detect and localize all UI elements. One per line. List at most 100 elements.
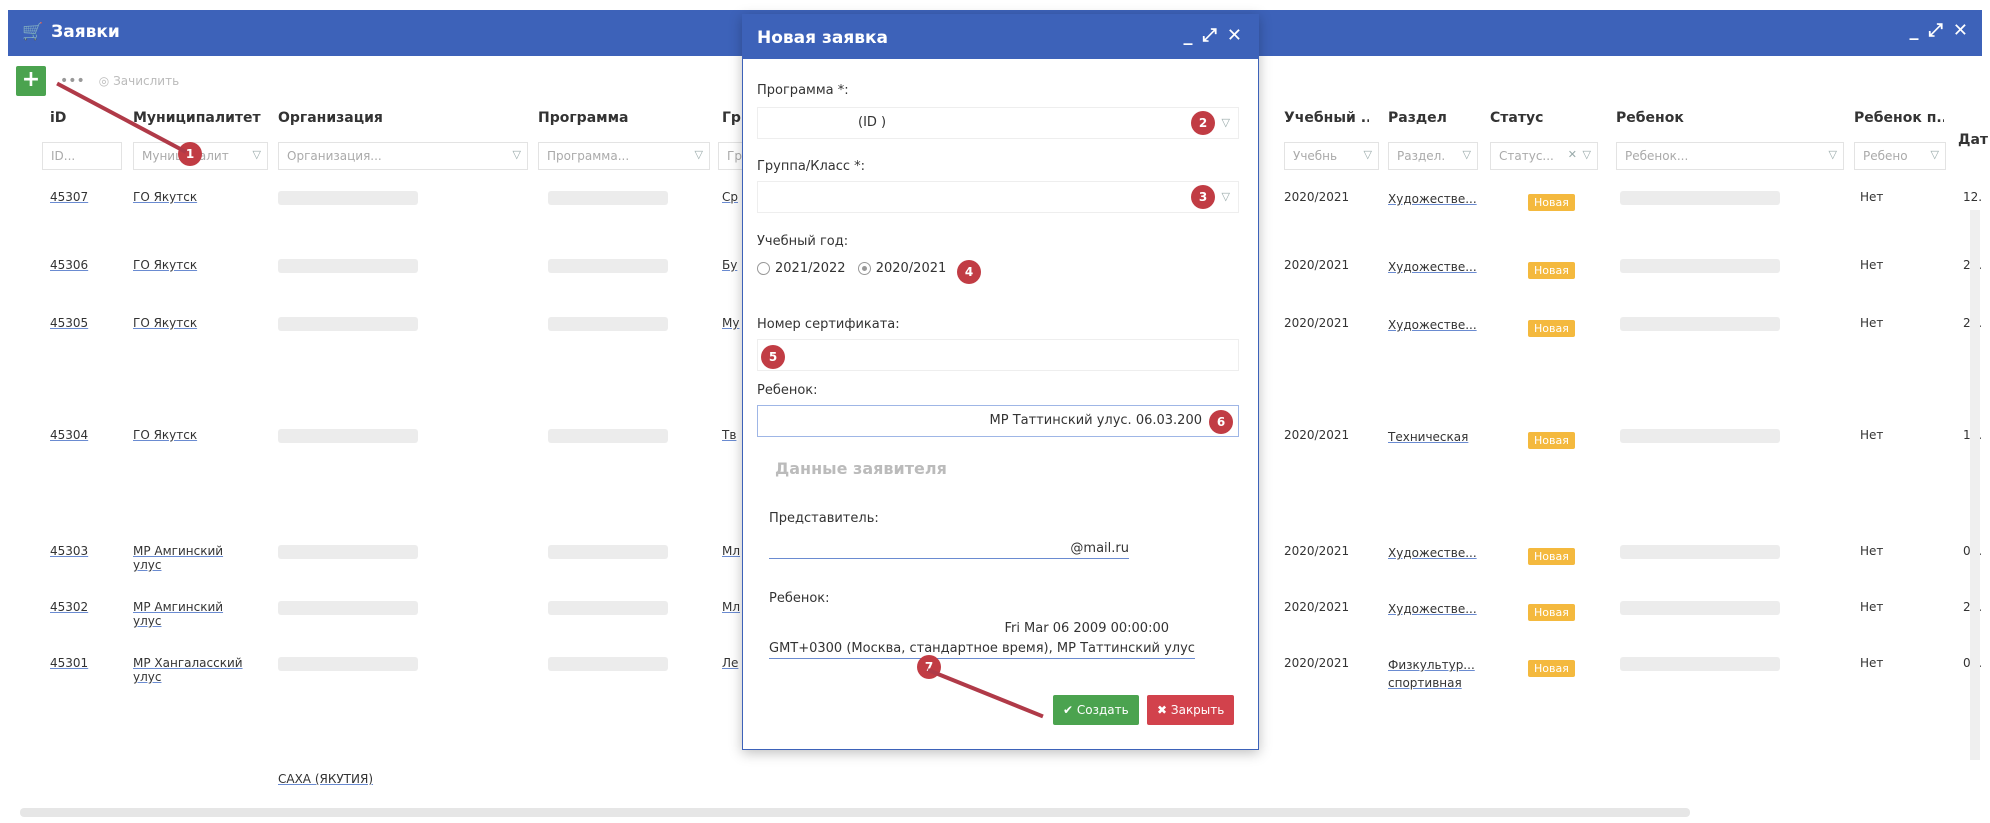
column-header-organization[interactable]: Организация <box>278 110 458 126</box>
year-option-2020[interactable]: 2020/2021 <box>857 261 946 276</box>
maximize-icon[interactable]: ⤢ <box>1203 25 1217 46</box>
window-controls: _ ⤢ ✕ <box>1910 20 1969 41</box>
applicant-section-title: Данные заявителя <box>775 459 947 478</box>
redacted-organization <box>278 601 418 615</box>
program-label: Программа *: <box>757 83 849 98</box>
close-button[interactable]: ✖ Закрыть <box>1147 695 1235 725</box>
eye-icon: ◎ <box>98 74 110 88</box>
organization-link[interactable]: САХА (ЯКУТИЯ) <box>278 772 373 786</box>
redacted-organization <box>278 317 418 331</box>
row-group-link[interactable]: Бу <box>722 258 737 272</box>
filter-section[interactable]: Раздел. ▽ <box>1388 142 1478 170</box>
row-group-link[interactable]: Мл <box>722 600 740 614</box>
program-select[interactable]: (ID ) ▽ <box>757 107 1239 139</box>
radio-icon <box>757 262 770 275</box>
certificate-label: Номер сертификата: <box>757 317 900 332</box>
column-header-year[interactable]: Учебный ... <box>1284 110 1369 126</box>
group-select[interactable]: ▽ <box>757 181 1239 213</box>
row-section-link[interactable]: Художестве... <box>1388 600 1483 618</box>
chevron-down-icon: ▽ <box>252 148 261 161</box>
chevron-down-icon: ▽ <box>1462 148 1471 161</box>
marker-3: 3 <box>1191 185 1215 209</box>
redacted-organization <box>278 657 418 671</box>
redacted-program <box>548 657 668 671</box>
filter-year[interactable]: Учебнь ▽ <box>1284 142 1379 170</box>
row-id-link[interactable]: 45303 <box>50 544 88 558</box>
row-section-link[interactable]: Художестве... <box>1388 544 1483 562</box>
vertical-scrollbar[interactable] <box>1970 210 1980 760</box>
row-group-link[interactable]: Ср <box>722 190 738 204</box>
row-municipality-link[interactable]: ГО Якутск <box>133 258 253 272</box>
chevron-down-icon: ▽ <box>1221 116 1230 129</box>
enroll-label: Зачислить <box>113 74 180 88</box>
year-label: Учебный год: <box>757 234 849 249</box>
child2-label: Ребенок: <box>769 591 830 606</box>
redacted-child <box>1620 429 1780 443</box>
minimize-icon[interactable]: _ <box>1184 25 1193 46</box>
child-select[interactable]: МР Таттинский улус. 06.03.200 ▽ <box>757 405 1239 437</box>
filter-status[interactable]: Статус... ✕ ▽ <box>1490 142 1598 170</box>
redacted-organization <box>278 545 418 559</box>
filter-id[interactable]: ID... <box>42 142 122 170</box>
row-section-link[interactable]: Художестве... <box>1388 190 1483 208</box>
certificate-input[interactable] <box>757 339 1239 371</box>
chevron-down-icon: ▽ <box>1582 148 1591 161</box>
add-button[interactable]: + <box>16 66 46 96</box>
representative-label: Представитель: <box>769 511 879 526</box>
marker-5: 5 <box>761 345 785 369</box>
row-group-link[interactable]: Мл <box>722 544 740 558</box>
minimize-icon[interactable]: _ <box>1910 20 1919 41</box>
status-badge: Новая <box>1528 604 1575 621</box>
create-button[interactable]: ✔ Создать <box>1053 695 1139 725</box>
row-municipality-link[interactable]: ГО Якутск <box>133 316 253 330</box>
row-section-link[interactable]: Физкультур... спортивная <box>1388 656 1483 692</box>
row-group-link[interactable]: Му <box>722 316 739 330</box>
column-header-section[interactable]: Раздел <box>1388 110 1468 126</box>
filter-program[interactable]: Программа... ▽ <box>538 142 710 170</box>
row-municipality-link[interactable]: МР Амгинский улус <box>133 544 253 572</box>
row-id-link[interactable]: 45306 <box>50 258 88 272</box>
column-header-id[interactable]: iD <box>50 110 110 126</box>
dialog-header: Новая заявка _ ⤢ ✕ <box>743 15 1258 59</box>
filter-organization[interactable]: Организация... ▽ <box>278 142 528 170</box>
column-header-child[interactable]: Ребенок <box>1616 110 1766 126</box>
row-id-link[interactable]: 45301 <box>50 656 88 670</box>
horizontal-scrollbar[interactable] <box>20 808 1690 817</box>
close-icon[interactable]: ✕ <box>1953 20 1968 41</box>
toolbar: + ••• ◎ Зачислить <box>16 64 179 98</box>
row-year: 2020/2021 <box>1284 258 1350 272</box>
row-municipality-link[interactable]: МР Амгинский улус <box>133 600 253 628</box>
row-group-link[interactable]: Тв <box>722 428 736 442</box>
row-id-link[interactable]: 45302 <box>50 600 88 614</box>
enroll-button[interactable]: ◎ Зачислить <box>99 74 179 88</box>
row-child-n: Нет <box>1860 428 1884 442</box>
column-header-program[interactable]: Программа <box>538 110 688 126</box>
row-municipality-link[interactable]: ГО Якутск <box>133 428 253 442</box>
close-icon[interactable]: ✕ <box>1227 25 1242 46</box>
row-group-link[interactable]: Ле <box>722 656 738 670</box>
dialog-title: Новая заявка <box>757 28 889 48</box>
year-option-2021[interactable]: 2021/2022 <box>757 261 846 276</box>
redacted-child <box>1620 191 1780 205</box>
redacted-organization <box>278 191 418 205</box>
row-id-link[interactable]: 45305 <box>50 316 88 330</box>
row-id-link[interactable]: 45307 <box>50 190 88 204</box>
maximize-icon[interactable]: ⤢ <box>1929 20 1943 41</box>
clear-filter-icon[interactable]: ✕ <box>1568 148 1577 161</box>
row-municipality-link[interactable]: ГО Якутск <box>133 190 253 204</box>
row-child-n: Нет <box>1860 190 1884 204</box>
row-child-n: Нет <box>1860 656 1884 670</box>
marker-6: 6 <box>1209 410 1233 434</box>
row-section-link[interactable]: Художестве... <box>1388 316 1483 334</box>
column-header-status[interactable]: Статус <box>1490 110 1570 126</box>
row-municipality-link[interactable]: МР Хангаласский улус <box>133 656 253 684</box>
filter-child[interactable]: Ребенок... ▽ <box>1616 142 1844 170</box>
column-header-municipality[interactable]: Муниципалитет <box>133 110 263 126</box>
row-section-link[interactable]: Техническая <box>1388 428 1483 446</box>
row-id-link[interactable]: 45304 <box>50 428 88 442</box>
filter-child-n[interactable]: Ребено ▽ <box>1854 142 1946 170</box>
column-header-child-n[interactable]: Ребенок п... <box>1854 110 1944 126</box>
column-header-date[interactable]: Дата <box>1958 132 1988 148</box>
representative-value[interactable]: @mail.ru <box>769 541 1129 559</box>
row-section-link[interactable]: Художестве... <box>1388 258 1483 276</box>
